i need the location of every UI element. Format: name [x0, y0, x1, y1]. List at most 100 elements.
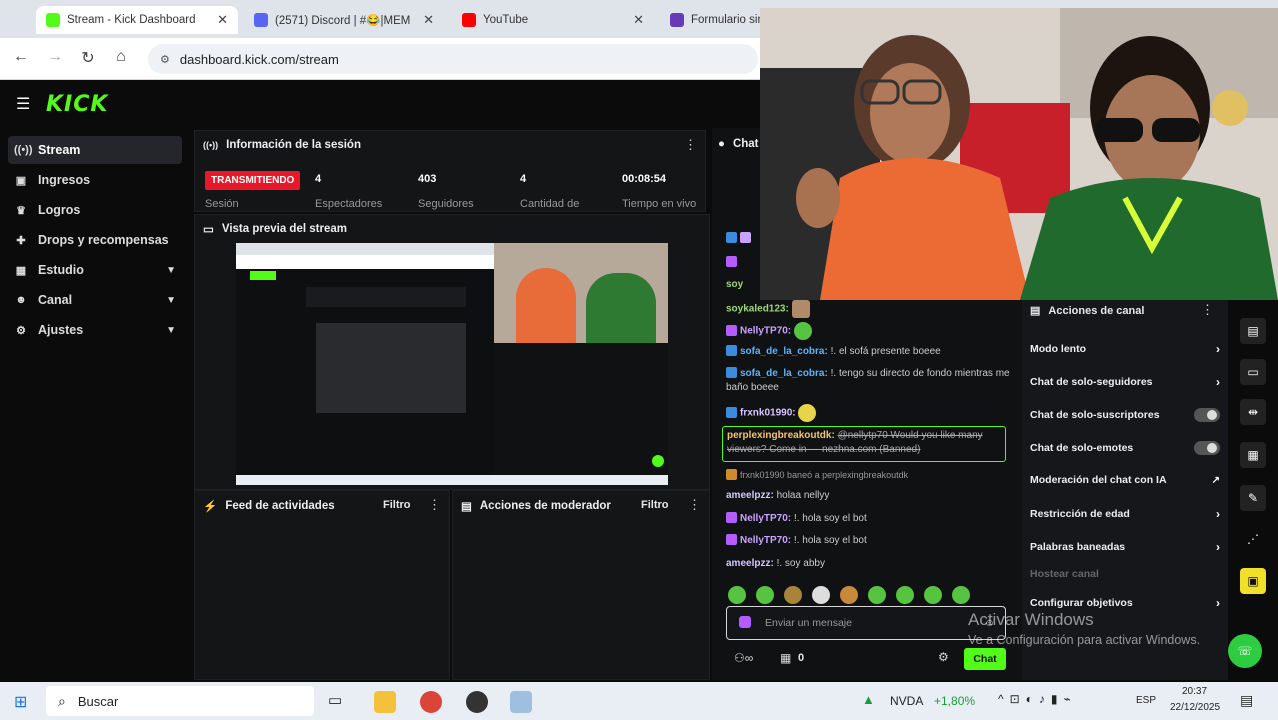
kick-logo[interactable]: KICK	[46, 92, 108, 117]
emote-icon[interactable]	[728, 586, 746, 604]
tab-kick-dashboard[interactable]: Stream - Kick Dashboard ✕	[36, 6, 238, 34]
subscribers-only-toggle[interactable]	[1194, 408, 1220, 422]
language-indicator[interactable]: ESP	[1136, 695, 1156, 706]
ai-moderation-row[interactable]: Moderación del chat con IA ↗	[1030, 474, 1220, 486]
sidebar-item-ajustes[interactable]: ⚙ Ajustes ▼	[8, 316, 182, 344]
chat-message-input[interactable]: Enviar un mensaje ☺	[726, 606, 1006, 640]
file-explorer-icon[interactable]	[374, 691, 396, 713]
sidebar-item-drops[interactable]: ✚ Drops y recompensas	[8, 226, 182, 254]
chat-username[interactable]: soy	[726, 279, 743, 290]
chat-message[interactable]: NellyTP70:	[726, 322, 1011, 340]
chat-message[interactable]: ameelpzz: holaa nellyy	[726, 489, 1011, 503]
chat-username[interactable]: sofa_de_la_cobra:	[740, 346, 828, 357]
split-view-icon[interactable]: ⇹	[1240, 399, 1266, 425]
task-view-icon[interactable]: ▭	[328, 691, 342, 709]
send-chat-button[interactable]: Chat	[964, 648, 1006, 670]
emote-icon[interactable]	[756, 586, 774, 604]
calendar-icon[interactable]: ▦	[1240, 442, 1266, 468]
site-info-icon[interactable]: ⚙	[160, 53, 170, 66]
more-options-icon[interactable]: ⋮	[684, 137, 697, 153]
tab-title: Formulario sin	[691, 14, 760, 26]
emote-icon[interactable]	[896, 586, 914, 604]
sidebar-item-ingresos[interactable]: ▣ Ingresos	[8, 166, 182, 194]
share-icon[interactable]: ⋰	[1240, 526, 1266, 552]
tab-youtube[interactable]: YouTube ✕	[452, 6, 654, 34]
support-chat-icon[interactable]: ☏	[1228, 634, 1262, 668]
more-options-icon[interactable]: ⋮	[1201, 302, 1214, 318]
more-options-icon[interactable]: ⋮	[688, 497, 701, 513]
chat-username[interactable]: NellyTP70:	[740, 535, 791, 546]
chat-message[interactable]: sofa_de_la_cobra: !. tengo su directo de…	[726, 367, 1011, 395]
banned-words-row[interactable]: Palabras baneadas ›	[1030, 540, 1220, 554]
emote-icon[interactable]	[868, 586, 886, 604]
set-goals-row[interactable]: Configurar objetivos ›	[1030, 596, 1220, 610]
windows-start-icon[interactable]: ⊞	[14, 692, 27, 712]
sidebar-item-label: Canal	[38, 293, 73, 307]
close-tab-icon[interactable]: ✕	[633, 12, 644, 28]
channel-actions-header: ▤ Acciones de canal	[1030, 304, 1144, 318]
stream-preview-video[interactable]	[236, 243, 668, 485]
emote-icon[interactable]	[952, 586, 970, 604]
host-channel-row[interactable]: Hostear canal	[1030, 568, 1220, 580]
chat-username[interactable]: NellyTP70:	[740, 513, 791, 524]
clock-time[interactable]: 20:37	[1182, 686, 1207, 697]
slow-mode-row[interactable]: Modo lento ›	[1030, 342, 1220, 356]
taskbar-search-box[interactable]: ⌕ Buscar	[46, 686, 314, 716]
notification-icon[interactable]: ▤	[1240, 692, 1253, 709]
emote-icon[interactable]	[784, 586, 802, 604]
reload-icon[interactable]: ↻	[77, 48, 99, 68]
chat-message[interactable]: sofa_de_la_cobra: !. el sofá presente bo…	[726, 345, 1011, 359]
tab-discord[interactable]: (2571) Discord | #😂|MEM ✕	[244, 6, 444, 34]
emote-icon[interactable]	[840, 586, 858, 604]
home-icon[interactable]: ⌂	[110, 48, 132, 66]
chat-message[interactable]: soykaled123:	[726, 300, 1011, 318]
system-tray-icons[interactable]: ^⊡◐♪▮⌁	[998, 692, 1077, 706]
panel-title: Acciones de moderador	[479, 500, 611, 512]
emote-icon[interactable]	[812, 586, 830, 604]
chat-settings-icon[interactable]: ⚙	[938, 650, 949, 664]
clapperboard-icon[interactable]: ▣	[1240, 568, 1266, 594]
chevron-right-icon: ›	[1216, 375, 1220, 389]
chat-message[interactable]: NellyTP70: !. hola soy el bot	[726, 512, 1011, 526]
modlog-filter-button[interactable]: Filtro	[641, 499, 669, 511]
wrench-icon[interactable]: ✎	[1240, 485, 1266, 511]
close-tab-icon[interactable]: ✕	[217, 12, 228, 28]
sidebar-item-canal[interactable]: ☻ Canal ▼	[8, 286, 182, 314]
clipboard-icon[interactable]: ▤	[1240, 318, 1266, 344]
chat-username[interactable]: perplexingbreakoutdk:	[727, 430, 835, 441]
chat-username[interactable]: frxnk01990:	[740, 408, 796, 419]
chat-username[interactable]: ameelpzz:	[726, 490, 774, 501]
sidebar-item-stream[interactable]: ((•)) Stream	[8, 136, 182, 164]
chrome-icon[interactable]	[420, 691, 442, 713]
hamburger-menu-icon[interactable]: ☰	[16, 94, 30, 114]
chat-username[interactable]: frxnk01990	[740, 470, 785, 480]
emotes-only-toggle[interactable]	[1194, 441, 1220, 455]
chat-message[interactable]: frxnk01990:	[726, 404, 1011, 422]
chat-message[interactable]: ameelpzz: !. soy abby	[726, 557, 1011, 571]
chat-username[interactable]: NellyTP70:	[740, 326, 791, 337]
chat-message[interactable]: NellyTP70: !. hola soy el bot	[726, 534, 1011, 548]
users-icon[interactable]: ⚇∞	[734, 651, 753, 665]
app-icon[interactable]	[510, 691, 532, 713]
sidebar-item-estudio[interactable]: ▦ Estudio ▼	[8, 256, 182, 284]
age-restriction-row[interactable]: Restricción de edad ›	[1030, 507, 1220, 521]
followers-only-row[interactable]: Chat de solo-seguidores ›	[1030, 375, 1220, 389]
obs-icon[interactable]	[466, 691, 488, 713]
emote-icon[interactable]	[924, 586, 942, 604]
tab-formulario[interactable]: Formulario sin	[660, 6, 760, 34]
close-tab-icon[interactable]: ✕	[423, 12, 434, 28]
chat-username[interactable]: soykaled123:	[726, 304, 789, 315]
sidebar-item-logros[interactable]: ♛ Logros	[8, 196, 182, 224]
flagged-message[interactable]: perplexingbreakoutdk: @nellytp70 Would y…	[722, 426, 1006, 462]
back-icon[interactable]: ←	[10, 48, 32, 66]
clock-date[interactable]: 22/12/2025	[1170, 702, 1220, 713]
gift-icon[interactable]: ▦	[780, 651, 791, 665]
more-options-icon[interactable]: ⋮	[428, 497, 441, 513]
url-input[interactable]: ⚙ dashboard.kick.com/stream	[148, 44, 758, 74]
chat-username[interactable]: sofa_de_la_cobra:	[740, 368, 828, 379]
forward-icon[interactable]: →	[44, 48, 66, 66]
sub-badge-icon	[739, 616, 751, 628]
chat-username[interactable]: ameelpzz:	[726, 558, 774, 569]
chat-icon[interactable]: ▭	[1240, 359, 1266, 385]
feed-filter-button[interactable]: Filtro	[383, 499, 411, 511]
